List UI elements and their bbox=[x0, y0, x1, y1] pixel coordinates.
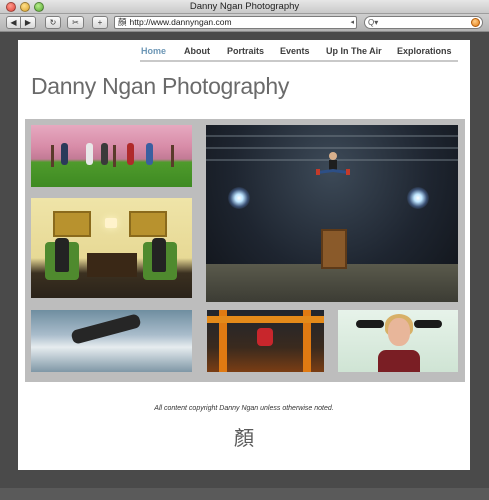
nav-portraits[interactable]: Portraits bbox=[227, 46, 264, 56]
browser-toolbar: ◀ ▶ ↻ ✂ + 顏 http://www.dannyngan.com ◂ Q▾ bbox=[0, 14, 489, 32]
address-bar[interactable]: 顏 http://www.dannyngan.com ◂ bbox=[114, 16, 357, 29]
search-icon: Q▾ bbox=[368, 18, 379, 27]
reload-icon: ↻ bbox=[49, 18, 57, 27]
nav-explorations[interactable]: Explorations bbox=[397, 46, 452, 56]
address-text: http://www.dannyngan.com bbox=[129, 17, 232, 27]
photo-gallery bbox=[25, 119, 465, 382]
photo-warehouse-jump[interactable] bbox=[206, 125, 458, 302]
forward-arrow-icon: ▶ bbox=[24, 18, 32, 27]
site-title: Danny Ngan Photography bbox=[31, 73, 290, 99]
site-favicon: 顏 bbox=[118, 17, 127, 27]
photo-orange-frame[interactable] bbox=[207, 310, 324, 372]
back-button[interactable]: ◀ bbox=[6, 16, 21, 29]
nav-events[interactable]: Events bbox=[280, 46, 310, 56]
plus-icon: + bbox=[97, 18, 103, 27]
window-title: Danny Ngan Photography bbox=[189, 1, 300, 12]
window-bottom-edge bbox=[0, 488, 489, 500]
footer-logo[interactable]: 顏 bbox=[18, 422, 470, 451]
go-icon: ◂ bbox=[350, 19, 354, 26]
search-field[interactable]: Q▾ bbox=[364, 16, 483, 29]
reload-button[interactable]: ↻ bbox=[45, 16, 61, 29]
snapback-icon[interactable] bbox=[471, 18, 480, 27]
photo-woman-portrait[interactable] bbox=[338, 310, 458, 372]
add-bookmark-button[interactable]: + bbox=[92, 16, 108, 29]
nav-about[interactable]: About bbox=[184, 46, 210, 56]
photo-leaping-man-clouds[interactable] bbox=[31, 310, 192, 372]
photo-cherry-blossom-jump[interactable] bbox=[31, 125, 192, 187]
site-nav: Home About Portraits Events Up In The Ai… bbox=[18, 44, 470, 60]
nav-home[interactable]: Home bbox=[141, 46, 166, 56]
nav-divider bbox=[140, 60, 458, 62]
window-titlebar: Danny Ngan Photography bbox=[0, 0, 489, 14]
nav-up-in-the-air[interactable]: Up In The Air bbox=[326, 46, 382, 56]
copyright-notice: All content copyright Danny Ngan unless … bbox=[154, 405, 334, 412]
back-arrow-icon: ◀ bbox=[10, 18, 17, 27]
photo-green-chairs[interactable] bbox=[31, 198, 192, 298]
jumper-silhouette bbox=[316, 152, 350, 175]
scissors-icon: ✂ bbox=[72, 18, 79, 27]
forward-button[interactable]: ▶ bbox=[21, 16, 36, 29]
snapback-button[interactable]: ✂ bbox=[67, 16, 84, 29]
web-page: Home About Portraits Events Up In The Ai… bbox=[18, 40, 470, 470]
